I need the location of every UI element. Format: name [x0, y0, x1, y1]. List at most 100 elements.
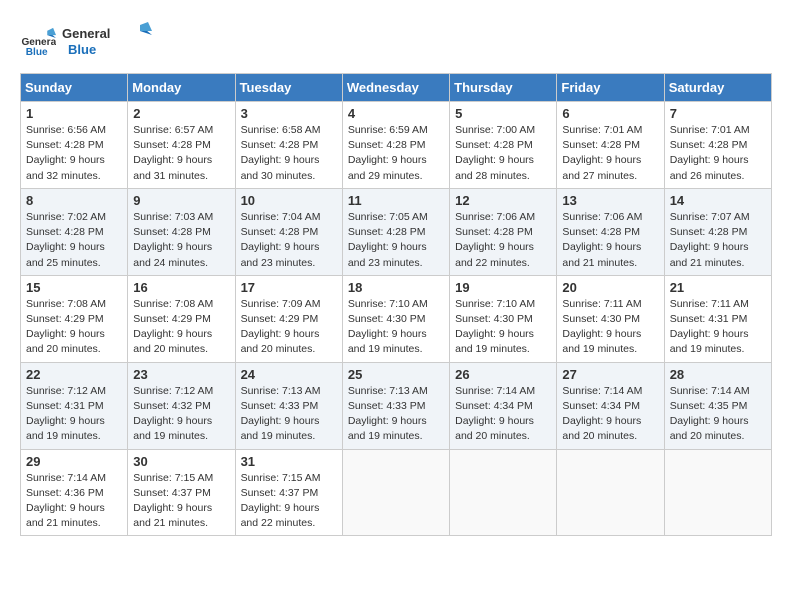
day-info: Sunrise: 7:11 AMSunset: 4:31 PMDaylight:… [670, 297, 766, 358]
logo-svg: General Blue [62, 20, 152, 60]
header-wednesday: Wednesday [342, 74, 449, 102]
day-info: Sunrise: 7:06 AMSunset: 4:28 PMDaylight:… [455, 210, 551, 271]
day-info: Sunrise: 6:57 AMSunset: 4:28 PMDaylight:… [133, 123, 229, 184]
day-number: 24 [241, 367, 337, 382]
day-number: 12 [455, 193, 551, 208]
day-info: Sunrise: 7:13 AMSunset: 4:33 PMDaylight:… [348, 384, 444, 445]
calendar-week-5: 29 Sunrise: 7:14 AMSunset: 4:36 PMDayligh… [21, 449, 772, 536]
day-info: Sunrise: 7:12 AMSunset: 4:32 PMDaylight:… [133, 384, 229, 445]
calendar-cell: 18 Sunrise: 7:10 AMSunset: 4:30 PMDayligh… [342, 275, 449, 362]
day-number: 10 [241, 193, 337, 208]
day-number: 31 [241, 454, 337, 469]
calendar-cell: 27 Sunrise: 7:14 AMSunset: 4:34 PMDayligh… [557, 362, 664, 449]
day-number: 16 [133, 280, 229, 295]
day-info: Sunrise: 7:14 AMSunset: 4:34 PMDaylight:… [562, 384, 658, 445]
day-number: 21 [670, 280, 766, 295]
svg-text:Blue: Blue [68, 42, 96, 57]
day-info: Sunrise: 7:08 AMSunset: 4:29 PMDaylight:… [133, 297, 229, 358]
day-info: Sunrise: 7:10 AMSunset: 4:30 PMDaylight:… [348, 297, 444, 358]
calendar-cell: 8Sunrise: 7:02 AMSunset: 4:28 PMDaylight… [21, 188, 128, 275]
page-header: General Blue General Blue [20, 20, 772, 65]
day-info: Sunrise: 7:12 AMSunset: 4:31 PMDaylight:… [26, 384, 122, 445]
day-number: 14 [670, 193, 766, 208]
calendar-cell: 3Sunrise: 6:58 AMSunset: 4:28 PMDaylight… [235, 102, 342, 189]
header-tuesday: Tuesday [235, 74, 342, 102]
day-number: 27 [562, 367, 658, 382]
day-info: Sunrise: 7:14 AMSunset: 4:35 PMDaylight:… [670, 384, 766, 445]
day-number: 19 [455, 280, 551, 295]
calendar-cell: 22 Sunrise: 7:12 AMSunset: 4:31 PMDayligh… [21, 362, 128, 449]
day-number: 5 [455, 106, 551, 121]
day-number: 4 [348, 106, 444, 121]
calendar-cell: 31 Sunrise: 7:15 AMSunset: 4:37 PMDayligh… [235, 449, 342, 536]
calendar-cell: 13Sunrise: 7:06 AMSunset: 4:28 PMDayligh… [557, 188, 664, 275]
calendar-week-3: 15 Sunrise: 7:08 AMSunset: 4:29 PMDayligh… [21, 275, 772, 362]
day-info: Sunrise: 7:04 AMSunset: 4:28 PMDaylight:… [241, 210, 337, 271]
calendar-cell: 11 Sunrise: 7:05 AMSunset: 4:28 PMDayligh… [342, 188, 449, 275]
calendar-cell: 21 Sunrise: 7:11 AMSunset: 4:31 PMDayligh… [664, 275, 771, 362]
calendar-cell [342, 449, 449, 536]
day-info: Sunrise: 7:14 AMSunset: 4:36 PMDaylight:… [26, 471, 122, 532]
calendar-cell: 29 Sunrise: 7:14 AMSunset: 4:36 PMDayligh… [21, 449, 128, 536]
calendar-cell: 25 Sunrise: 7:13 AMSunset: 4:33 PMDayligh… [342, 362, 449, 449]
day-number: 1 [26, 106, 122, 121]
calendar-week-4: 22 Sunrise: 7:12 AMSunset: 4:31 PMDayligh… [21, 362, 772, 449]
day-info: Sunrise: 7:01 AMSunset: 4:28 PMDaylight:… [670, 123, 766, 184]
calendar-cell: 19Sunrise: 7:10 AMSunset: 4:30 PMDayligh… [450, 275, 557, 362]
calendar-cell: 5 Sunrise: 7:00 AMSunset: 4:28 PMDaylight… [450, 102, 557, 189]
day-number: 30 [133, 454, 229, 469]
day-number: 15 [26, 280, 122, 295]
calendar-cell: 9 Sunrise: 7:03 AMSunset: 4:28 PMDaylight… [128, 188, 235, 275]
calendar-cell: 7Sunrise: 7:01 AMSunset: 4:28 PMDaylight… [664, 102, 771, 189]
header-friday: Friday [557, 74, 664, 102]
day-info: Sunrise: 7:11 AMSunset: 4:30 PMDaylight:… [562, 297, 658, 358]
day-info: Sunrise: 7:09 AMSunset: 4:29 PMDaylight:… [241, 297, 337, 358]
calendar-cell: 6 Sunrise: 7:01 AMSunset: 4:28 PMDaylight… [557, 102, 664, 189]
calendar-cell: 24Sunrise: 7:13 AMSunset: 4:33 PMDayligh… [235, 362, 342, 449]
day-info: Sunrise: 7:07 AMSunset: 4:28 PMDaylight:… [670, 210, 766, 271]
calendar-cell: 30 Sunrise: 7:15 AMSunset: 4:37 PMDayligh… [128, 449, 235, 536]
svg-text:General: General [21, 37, 56, 48]
day-number: 28 [670, 367, 766, 382]
calendar-cell: 23Sunrise: 7:12 AMSunset: 4:32 PMDayligh… [128, 362, 235, 449]
calendar-cell: 16 Sunrise: 7:08 AMSunset: 4:29 PMDayligh… [128, 275, 235, 362]
day-number: 9 [133, 193, 229, 208]
day-number: 25 [348, 367, 444, 382]
calendar-cell: 1 Sunrise: 6:56 AMSunset: 4:28 PMDaylight… [21, 102, 128, 189]
logo-icon: General Blue [20, 25, 56, 61]
day-info: Sunrise: 7:00 AMSunset: 4:28 PMDaylight:… [455, 123, 551, 184]
day-info: Sunrise: 6:56 AMSunset: 4:28 PMDaylight:… [26, 123, 122, 184]
svg-text:General: General [62, 26, 110, 41]
day-info: Sunrise: 7:03 AMSunset: 4:28 PMDaylight:… [133, 210, 229, 271]
day-number: 18 [348, 280, 444, 295]
calendar-week-1: 1 Sunrise: 6:56 AMSunset: 4:28 PMDaylight… [21, 102, 772, 189]
day-number: 6 [562, 106, 658, 121]
header-sunday: Sunday [21, 74, 128, 102]
calendar-cell: 4Sunrise: 6:59 AMSunset: 4:28 PMDaylight… [342, 102, 449, 189]
day-number: 20 [562, 280, 658, 295]
calendar-cell: 17Sunrise: 7:09 AMSunset: 4:29 PMDayligh… [235, 275, 342, 362]
calendar-week-2: 8Sunrise: 7:02 AMSunset: 4:28 PMDaylight… [21, 188, 772, 275]
calendar-cell: 26Sunrise: 7:14 AMSunset: 4:34 PMDayligh… [450, 362, 557, 449]
day-info: Sunrise: 7:15 AMSunset: 4:37 PMDaylight:… [133, 471, 229, 532]
day-info: Sunrise: 7:05 AMSunset: 4:28 PMDaylight:… [348, 210, 444, 271]
day-number: 3 [241, 106, 337, 121]
day-number: 11 [348, 193, 444, 208]
day-info: Sunrise: 7:06 AMSunset: 4:28 PMDaylight:… [562, 210, 658, 271]
logo: General Blue General Blue [20, 20, 152, 65]
calendar-cell [450, 449, 557, 536]
day-info: Sunrise: 7:15 AMSunset: 4:37 PMDaylight:… [241, 471, 337, 532]
day-info: Sunrise: 7:08 AMSunset: 4:29 PMDaylight:… [26, 297, 122, 358]
day-number: 8 [26, 193, 122, 208]
day-number: 22 [26, 367, 122, 382]
calendar-cell [557, 449, 664, 536]
day-info: Sunrise: 7:01 AMSunset: 4:28 PMDaylight:… [562, 123, 658, 184]
day-info: Sunrise: 7:14 AMSunset: 4:34 PMDaylight:… [455, 384, 551, 445]
calendar-cell: 12 Sunrise: 7:06 AMSunset: 4:28 PMDayligh… [450, 188, 557, 275]
header-saturday: Saturday [664, 74, 771, 102]
calendar-table: SundayMondayTuesdayWednesdayThursdayFrid… [20, 73, 772, 536]
calendar-cell [664, 449, 771, 536]
calendar-cell: 14 Sunrise: 7:07 AMSunset: 4:28 PMDayligh… [664, 188, 771, 275]
day-number: 29 [26, 454, 122, 469]
svg-text:Blue: Blue [26, 47, 48, 58]
